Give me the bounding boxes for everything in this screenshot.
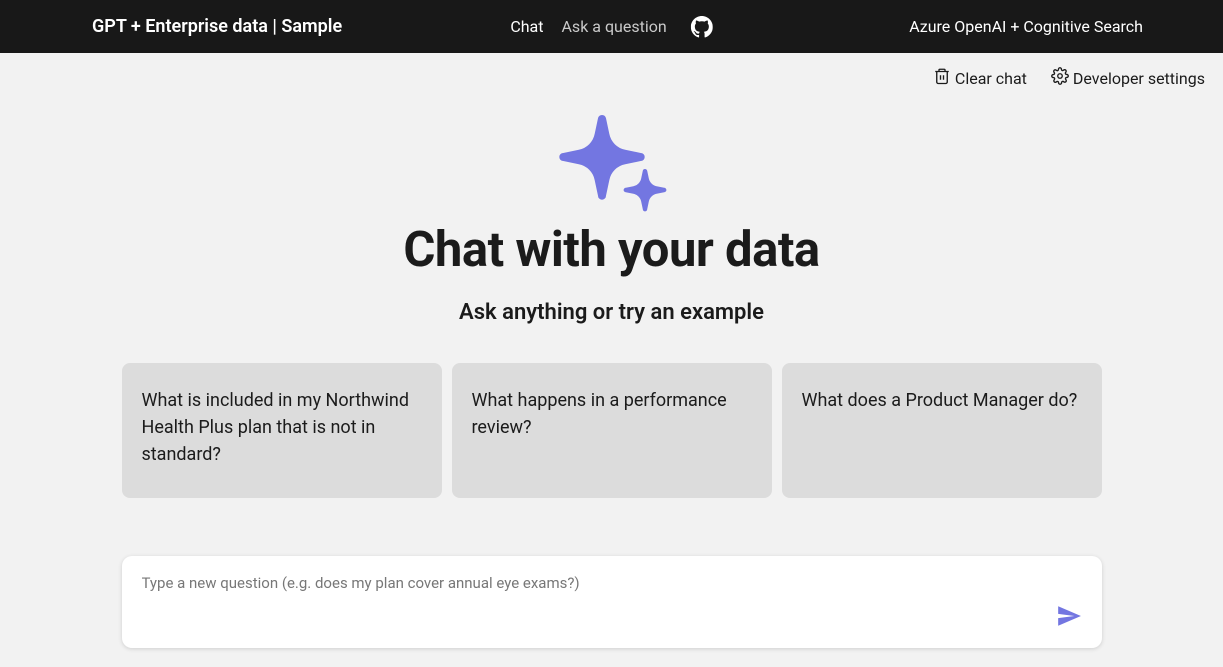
github-icon[interactable] (691, 16, 713, 38)
nav-ask-question[interactable]: Ask a question (561, 17, 666, 36)
example-card[interactable]: What is included in my Northwind Health … (122, 363, 442, 498)
developer-settings-label: Developer settings (1073, 69, 1205, 88)
developer-settings-button[interactable]: Developer settings (1051, 67, 1205, 89)
chat-input-container (122, 556, 1102, 648)
send-button[interactable] (1056, 603, 1082, 632)
page-subtitle: Ask anything or try an example (122, 300, 1102, 325)
toolbar: Clear chat Developer settings (0, 53, 1223, 89)
header-nav: Chat Ask a question (510, 16, 712, 38)
main-content: Chat with your data Ask anything or try … (122, 107, 1102, 648)
chat-input[interactable] (142, 574, 1082, 596)
app-header: GPT + Enterprise data | Sample Chat Ask … (0, 0, 1223, 53)
send-icon (1056, 617, 1082, 632)
example-card[interactable]: What happens in a performance review? (452, 363, 772, 498)
sparkle-icon (552, 107, 672, 217)
example-card[interactable]: What does a Product Manager do? (782, 363, 1102, 498)
app-title: GPT + Enterprise data | Sample (92, 16, 342, 37)
clear-chat-button[interactable]: Clear chat (933, 67, 1027, 89)
trash-icon (933, 67, 951, 89)
header-right-label: Azure OpenAI + Cognitive Search (909, 17, 1205, 36)
page-title: Chat with your data (122, 221, 1102, 278)
gear-icon (1051, 67, 1069, 89)
clear-chat-label: Clear chat (955, 69, 1027, 88)
example-list: What is included in my Northwind Health … (122, 363, 1102, 498)
nav-chat[interactable]: Chat (510, 17, 543, 36)
